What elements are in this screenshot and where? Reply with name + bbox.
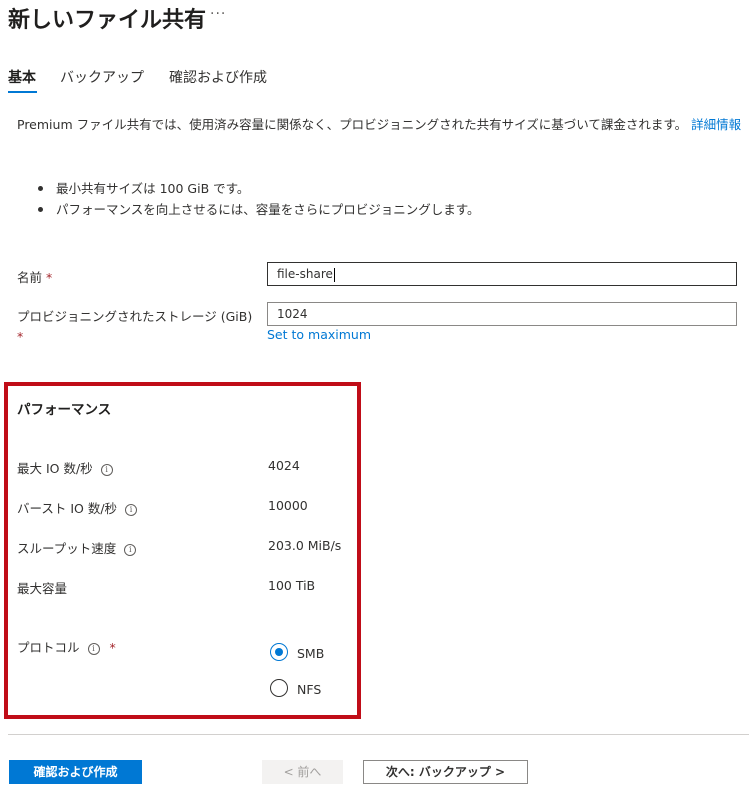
intro-text: Premium ファイル共有では、使用済み容量に関係なく、プロビジョニングされた… (17, 115, 742, 135)
max-iops-label: 最大 IO 数/秒 i (17, 458, 113, 477)
smb-radio[interactable] (270, 643, 288, 661)
max-capacity-value: 100 TiB (268, 578, 316, 593)
tab-backup[interactable]: バックアップ (60, 67, 144, 87)
smb-radio-label[interactable]: SMB (297, 646, 324, 661)
burst-iops-value: 10000 (268, 498, 308, 513)
set-to-maximum-link[interactable]: Set to maximum (267, 327, 371, 342)
info-bullets: 最小共有サイズは 100 GiB です。 パフォーマンスを向上させるには、容量を… (38, 178, 480, 220)
burst-iops-label-text: バースト IO 数/秒 (17, 501, 118, 516)
max-capacity-label: 最大容量 (17, 581, 68, 596)
tab-review-create[interactable]: 確認および作成 (169, 67, 267, 87)
required-mark: * (46, 270, 53, 285)
info-icon[interactable]: i (125, 504, 138, 516)
storage-input[interactable]: 1024 (267, 302, 737, 326)
next-backup-button[interactable]: 次へ: バックアップ > (363, 760, 528, 784)
footer-divider (8, 734, 749, 735)
name-input-value: file-share (277, 267, 333, 281)
intro-description: Premium ファイル共有では、使用済み容量に関係なく、プロビジョニングされた… (17, 117, 688, 132)
text-caret (333, 267, 335, 282)
bullet-performance: パフォーマンスを向上させるには、容量をさらにプロビジョニングします。 (38, 199, 480, 220)
throughput-value: 203.0 MiB/s (268, 538, 342, 553)
more-options-icon[interactable]: ··· (210, 6, 226, 22)
bullet-min-size: 最小共有サイズは 100 GiB です。 (38, 178, 480, 199)
active-tab-indicator (8, 91, 37, 93)
learn-more-link[interactable]: 詳細情報 (691, 117, 741, 132)
name-label-text: 名前 (17, 270, 43, 285)
required-mark: * (109, 640, 116, 655)
throughput-label: スループット速度 i (17, 538, 137, 557)
info-icon[interactable]: i (87, 643, 100, 655)
protocol-label-text: プロトコル (17, 640, 80, 655)
max-iops-value: 4024 (268, 458, 300, 473)
throughput-label-text: スループット速度 (17, 541, 117, 556)
storage-label-text: プロビジョニングされたストレージ (GiB) (17, 309, 253, 324)
name-input[interactable]: file-share (267, 262, 737, 286)
storage-label: プロビジョニングされたストレージ (GiB) * (17, 307, 252, 347)
performance-title: パフォーマンス (17, 402, 112, 418)
previous-button[interactable]: < 前へ (262, 760, 343, 784)
info-icon[interactable]: i (124, 544, 137, 556)
nfs-radio-label[interactable]: NFS (297, 682, 321, 697)
info-icon[interactable]: i (100, 464, 113, 476)
tab-basics[interactable]: 基本 (8, 67, 36, 87)
nfs-radio[interactable] (270, 679, 288, 697)
page-title: 新しいファイル共有 (8, 8, 207, 33)
name-label: 名前 * (17, 267, 52, 286)
burst-iops-label: バースト IO 数/秒 i (17, 498, 138, 517)
required-mark: * (17, 329, 24, 344)
max-iops-label-text: 最大 IO 数/秒 (17, 461, 93, 476)
review-create-button[interactable]: 確認および作成 (9, 760, 142, 784)
protocol-label: プロトコル i * (17, 637, 116, 656)
